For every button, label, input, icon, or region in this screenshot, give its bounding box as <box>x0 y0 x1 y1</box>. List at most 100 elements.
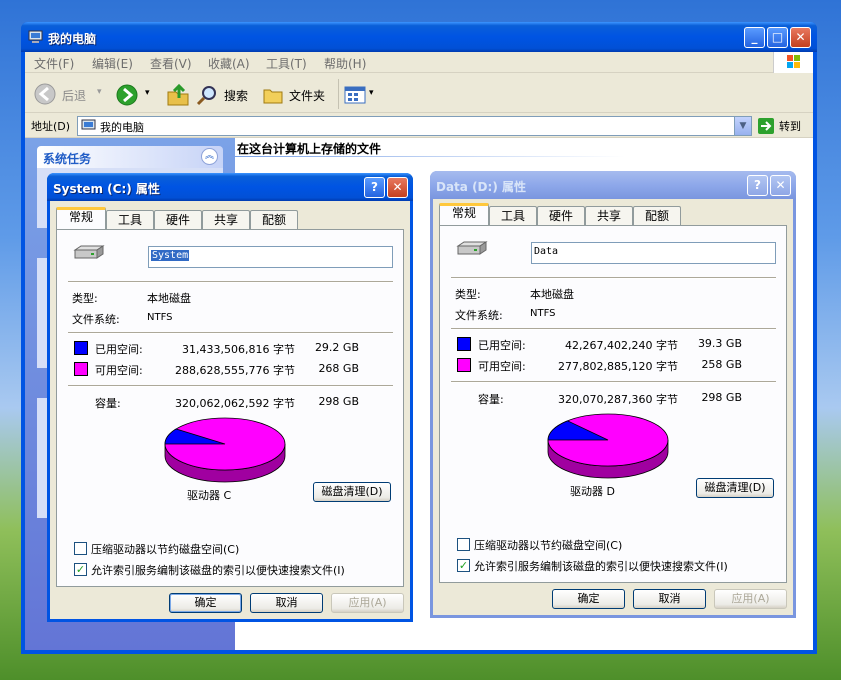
forward-dropdown-icon[interactable]: ▾ <box>145 88 150 98</box>
drive-c-apply-button[interactable]: 应用(A) <box>331 593 404 613</box>
explorer-titlebar[interactable]: 我的电脑 _ □ ✕ <box>21 22 817 52</box>
drive-c-name-input[interactable]: System <box>148 246 393 268</box>
drive-d-index-checkbox[interactable]: ✓ <box>457 559 470 572</box>
drive-d-fs-value: NTFS <box>530 308 556 319</box>
drive-d-apply-button[interactable]: 应用(A) <box>714 589 787 609</box>
go-button[interactable]: 转到 <box>757 116 812 136</box>
my-computer-small-icon <box>81 119 96 130</box>
drive-d-type-label: 类型: <box>455 288 481 301</box>
collapse-chevron-icon[interactable]: ︽ <box>201 148 218 165</box>
drive-d-name-input[interactable]: Data <box>531 242 776 264</box>
drive-d-capacity-label: 容量: <box>478 393 504 406</box>
back-button[interactable]: 后退 ▾ <box>33 82 113 108</box>
drive-c-free-swatch <box>74 362 88 376</box>
views-icon <box>344 86 366 104</box>
drive-c-disk-icon <box>73 245 105 259</box>
menu-favorites[interactable]: 收藏(A) <box>208 55 250 72</box>
divider <box>451 328 776 330</box>
drive-c-used-label: 已用空间: <box>95 343 143 356</box>
drive-c-cancel-button[interactable]: 取消 <box>250 593 323 613</box>
drive-d-close-button[interactable]: ✕ <box>770 175 791 196</box>
drive-c-general-page: System 类型: 本地磁盘 文件系统: NTFS 已用空间: 31,433,… <box>56 229 404 587</box>
drive-c-compress-label: 压缩驱动器以节约磁盘空间(C) <box>91 543 240 556</box>
system-tasks-header[interactable]: 系统任务 ︽ <box>37 146 223 168</box>
drive-c-compress-checkbox[interactable] <box>74 542 87 555</box>
address-label: 地址(D) <box>31 120 71 133</box>
drive-d-properties-dialog: Data (D:) 属性 ? ✕ 常规 工具 硬件 共享 配额 Data 类型:… <box>430 171 796 618</box>
drive-d-tab-hardware[interactable]: 硬件 <box>537 206 585 226</box>
drive-d-tab-general[interactable]: 常规 <box>439 203 489 226</box>
system-tasks-title: 系统任务 <box>43 152 92 166</box>
back-dropdown-icon[interactable]: ▾ <box>97 87 102 97</box>
forward-arrow-icon[interactable] <box>115 83 139 107</box>
drive-d-compress-label: 压缩驱动器以节约磁盘空间(C) <box>474 539 623 552</box>
drive-c-titlebar[interactable]: System (C:) 属性 ? ✕ <box>47 173 413 201</box>
drive-d-ok-button[interactable]: 确定 <box>552 589 625 609</box>
menu-tools[interactable]: 工具(T) <box>266 55 307 72</box>
drive-c-ok-button[interactable]: 确定 <box>169 593 242 613</box>
drive-c-type-label: 类型: <box>72 292 98 305</box>
drive-d-body: 常规 工具 硬件 共享 配额 Data 类型: 本地磁盘 文件系统: NTFS … <box>433 199 793 615</box>
drive-c-used-bytes: 31,433,506,816 字节 <box>182 343 295 356</box>
drive-c-help-button[interactable]: ? <box>364 177 385 198</box>
up-folder-icon[interactable] <box>165 82 191 108</box>
drive-c-fs-label: 文件系统: <box>72 313 120 326</box>
drive-d-fs-label: 文件系统: <box>455 309 503 322</box>
back-label: 后退 <box>62 89 87 103</box>
drive-c-tab-sharing[interactable]: 共享 <box>202 210 250 230</box>
minimize-button[interactable]: _ <box>744 27 765 48</box>
drive-d-tab-tools[interactable]: 工具 <box>489 206 537 226</box>
drive-d-index-label: 允许索引服务编制该磁盘的索引以便快速搜索文件(I) <box>474 560 728 573</box>
views-button[interactable]: ▾ <box>343 83 377 107</box>
drive-d-free-label: 可用空间: <box>478 360 526 373</box>
maximize-button[interactable]: □ <box>767 27 788 48</box>
menu-help[interactable]: 帮助(H) <box>324 55 366 72</box>
drive-c-close-button[interactable]: ✕ <box>387 177 408 198</box>
drive-d-tab-sharing[interactable]: 共享 <box>585 206 633 226</box>
drive-d-tab-quota[interactable]: 配额 <box>633 206 681 226</box>
drive-c-index-label: 允许索引服务编制该磁盘的索引以便快速搜索文件(I) <box>91 564 345 577</box>
address-input[interactable]: 我的电脑 ▼ <box>77 116 752 136</box>
divider <box>68 332 393 334</box>
go-label: 转到 <box>779 120 801 133</box>
drive-c-capacity-bytes: 320,062,062,592 字节 <box>175 397 295 410</box>
divider <box>68 385 393 387</box>
drive-d-help-button[interactable]: ? <box>747 175 768 196</box>
drive-d-free-gb: 258 GB <box>701 358 742 371</box>
address-dropdown-icon[interactable]: ▼ <box>734 117 751 135</box>
drive-d-used-gb: 39.3 GB <box>697 337 742 350</box>
folders-label: 文件夹 <box>289 89 326 103</box>
drive-c-tab-hardware[interactable]: 硬件 <box>154 210 202 230</box>
folders-button[interactable]: 文件夹 <box>261 82 331 108</box>
drive-c-used-swatch <box>74 341 88 355</box>
drive-d-cleanup-button[interactable]: 磁盘清理(D) <box>696 478 774 498</box>
drive-c-index-checkbox[interactable]: ✓ <box>74 563 87 576</box>
drive-c-cleanup-button[interactable]: 磁盘清理(D) <box>313 482 391 502</box>
drive-d-titlebar[interactable]: Data (D:) 属性 ? ✕ <box>430 171 796 199</box>
drive-c-tab-tools[interactable]: 工具 <box>106 210 154 230</box>
back-arrow-icon <box>34 83 56 105</box>
drive-c-tab-general[interactable]: 常规 <box>56 207 106 230</box>
menu-view[interactable]: 查看(V) <box>150 55 192 72</box>
divider <box>68 281 393 283</box>
drive-d-disk-icon <box>456 241 488 255</box>
standard-toolbar: 后退 ▾ ▾ 搜索 文件夹 ▾ <box>25 73 813 113</box>
menu-edit[interactable]: 编辑(E) <box>92 55 133 72</box>
menu-file[interactable]: 文件(F) <box>34 55 74 72</box>
drive-c-fs-value: NTFS <box>147 312 173 323</box>
drive-c-name-value: System <box>151 250 190 261</box>
drive-d-cancel-button[interactable]: 取消 <box>633 589 706 609</box>
drive-c-used-gb: 29.2 GB <box>314 341 359 354</box>
search-label: 搜索 <box>224 89 249 103</box>
address-bar: 地址(D) 我的电脑 ▼ 转到 <box>25 114 813 138</box>
stored-files-heading: 在这台计算机上存储的文件 <box>237 142 382 156</box>
drive-d-general-page: Data 类型: 本地磁盘 文件系统: NTFS 已用空间: 42,267,40… <box>439 225 787 583</box>
drive-d-compress-checkbox[interactable] <box>457 538 470 551</box>
close-button[interactable]: ✕ <box>790 27 811 48</box>
search-button[interactable]: 搜索 <box>194 82 256 108</box>
drive-c-pie-chart <box>164 417 286 483</box>
folders-icon <box>263 89 283 104</box>
divider <box>451 381 776 383</box>
drive-c-tab-quota[interactable]: 配额 <box>250 210 298 230</box>
toolbar-separator <box>338 79 339 109</box>
